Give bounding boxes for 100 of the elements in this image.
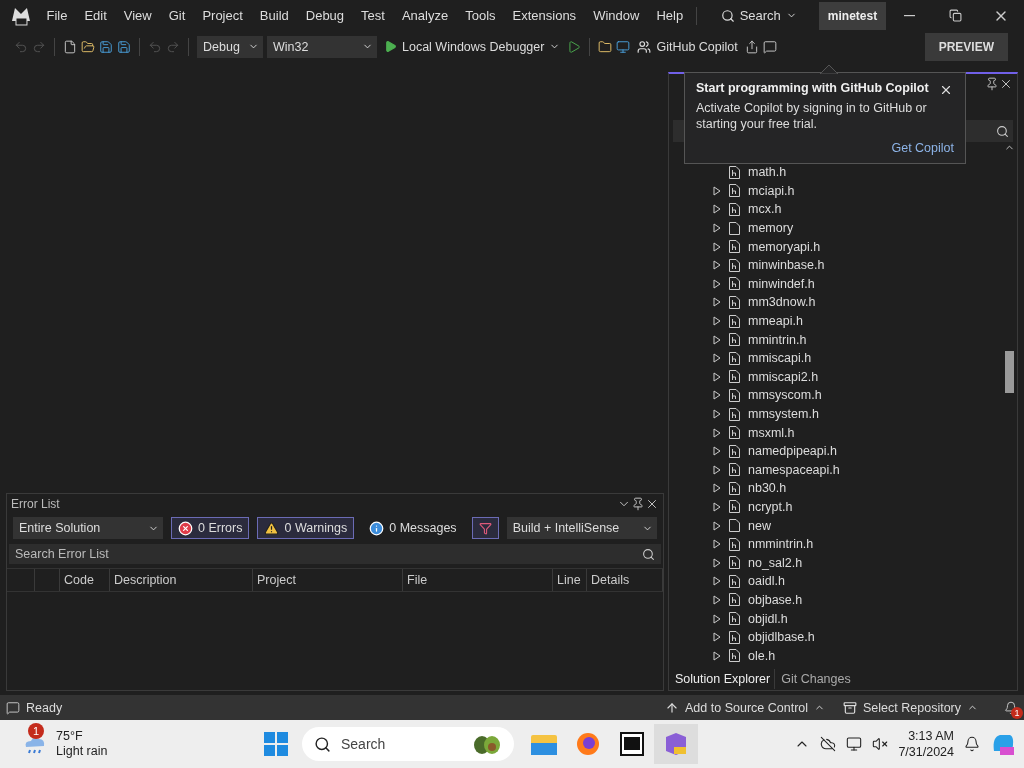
tree-item[interactable]: nb30.h <box>669 479 1001 498</box>
play-icon[interactable] <box>567 39 582 54</box>
tree-item[interactable]: new <box>669 516 1001 535</box>
search-field[interactable]: Search Error List <box>9 544 661 564</box>
close-icon[interactable] <box>645 497 659 511</box>
expand-icon[interactable] <box>713 409 721 419</box>
clock[interactable]: 3:13 AM 7/31/2024 <box>898 728 954 760</box>
tree-item[interactable]: namedpipeapi.h <box>669 441 1001 461</box>
expand-icon[interactable] <box>713 223 721 234</box>
expand-icon[interactable] <box>713 539 721 550</box>
expand-icon[interactable] <box>713 502 721 512</box>
notification-icon[interactable] <box>1004 700 1018 715</box>
close-icon[interactable] <box>999 77 1013 91</box>
expand-icon[interactable] <box>713 576 721 587</box>
tree-item[interactable]: minwinbase.h <box>669 255 1001 275</box>
tree-item[interactable]: msxml.h <box>669 423 1001 442</box>
tree-item[interactable]: namespaceapi.h <box>669 460 1001 480</box>
expand-icon[interactable] <box>713 297 721 308</box>
volume-muted-icon[interactable] <box>872 736 889 752</box>
folder-icon[interactable] <box>598 39 613 54</box>
expand-icon[interactable] <box>713 483 721 494</box>
save-all-icon[interactable] <box>117 39 131 54</box>
tree-item[interactable]: mcx.h <box>669 200 1001 219</box>
menu-item[interactable]: Build <box>251 8 298 23</box>
expand-icon[interactable] <box>713 278 721 289</box>
search-button[interactable]: Search <box>714 8 803 23</box>
expand-icon[interactable] <box>713 650 721 661</box>
menu-item[interactable]: File <box>37 8 76 23</box>
tree-item[interactable]: ole.h <box>669 646 1001 666</box>
tree-item[interactable]: mmiscapi.h <box>669 348 1001 368</box>
panel-tab[interactable]: Git Changes <box>777 669 855 689</box>
configuration-dropdown[interactable]: Debug <box>197 35 263 58</box>
tree-item[interactable]: objidl.h <box>669 609 1001 628</box>
filter-button[interactable] <box>471 517 499 539</box>
tree-item[interactable]: nmmintrin.h <box>669 534 1001 554</box>
taskbar-search-field[interactable]: Search <box>302 727 514 761</box>
column-header[interactable]: Line <box>553 569 587 591</box>
tree-item[interactable]: math.h <box>669 163 1001 182</box>
expand-icon[interactable] <box>713 334 721 345</box>
tree-item[interactable]: mmeapi.h <box>669 311 1001 331</box>
filter-toggle[interactable]: 0 Errors <box>171 517 250 539</box>
copilot-button[interactable]: GitHub Copilot <box>634 39 741 54</box>
network-icon[interactable] <box>846 736 863 752</box>
expand-icon[interactable] <box>713 520 721 531</box>
menu-item[interactable]: Help <box>647 8 692 23</box>
menu-item[interactable]: Test <box>352 8 394 23</box>
filter-toggle[interactable]: 0 Messages <box>362 517 464 539</box>
repository-button[interactable]: Select Repository <box>837 699 984 716</box>
expand-icon[interactable] <box>713 464 721 475</box>
tree-item[interactable]: objbase.h <box>669 590 1001 610</box>
scope-dropdown[interactable]: Entire Solution <box>13 517 163 539</box>
expand-icon[interactable] <box>713 390 721 401</box>
debugger-button[interactable]: Local Windows Debugger <box>381 39 564 54</box>
share-icon[interactable] <box>744 39 759 54</box>
tree-item[interactable]: no_sal2.h <box>669 553 1001 573</box>
new-item-icon[interactable] <box>63 39 77 54</box>
expand-icon[interactable] <box>713 371 721 382</box>
menu-item[interactable]: Analyze <box>393 8 457 23</box>
window-icon[interactable] <box>616 39 631 54</box>
menu-item[interactable]: Git <box>160 8 194 23</box>
tree-item[interactable]: oaidl.h <box>669 572 1001 591</box>
tree-item[interactable]: mmintrin.h <box>669 330 1001 349</box>
preview-button[interactable]: PREVIEW <box>924 32 1008 61</box>
filter-toggle[interactable]: 0 Warnings <box>257 517 355 539</box>
scrollbar-thumb[interactable] <box>1004 351 1014 393</box>
expand-icon[interactable] <box>713 185 721 196</box>
expand-icon[interactable] <box>713 594 721 605</box>
expand-icon[interactable] <box>713 260 721 271</box>
save-icon[interactable] <box>99 39 113 54</box>
close-button[interactable] <box>939 83 953 97</box>
expand-icon[interactable] <box>713 353 721 364</box>
tree-item[interactable]: memory <box>669 218 1001 238</box>
menu-item[interactable]: View <box>115 8 161 23</box>
menu-item[interactable]: Extensions <box>504 8 585 23</box>
tree-item[interactable]: minwindef.h <box>669 274 1001 294</box>
menu-item[interactable]: Tools <box>456 8 505 23</box>
expand-icon[interactable] <box>713 316 721 327</box>
start-icon[interactable] <box>264 732 288 756</box>
tree-item[interactable]: memoryapi.h <box>669 237 1001 256</box>
pin-icon[interactable] <box>985 77 999 91</box>
tree-item[interactable]: mciapi.h <box>669 181 1001 201</box>
menu-item[interactable]: Project <box>193 8 252 23</box>
menu-item[interactable]: Debug <box>297 8 353 23</box>
cloud-off-icon[interactable] <box>820 736 837 752</box>
get-copilot-link[interactable]: Get Copilot <box>891 141 954 155</box>
expand-icon[interactable] <box>713 427 721 438</box>
expand-icon[interactable] <box>713 613 721 624</box>
expand-icon[interactable] <box>713 241 721 252</box>
tree-item[interactable]: mmsyscom.h <box>669 386 1001 405</box>
tree-item[interactable]: objidlbase.h <box>669 627 1001 647</box>
open-folder-icon[interactable] <box>81 39 95 54</box>
column-header[interactable]: Code <box>60 569 110 591</box>
platform-dropdown[interactable]: Win32 <box>267 35 377 58</box>
source-control-button[interactable]: Add to Source Control <box>659 699 832 716</box>
build-filter-dropdown[interactable]: Build + IntelliSense <box>506 517 657 539</box>
expand-icon[interactable] <box>713 446 721 457</box>
feedback-icon[interactable] <box>762 39 777 54</box>
expand-icon[interactable] <box>713 632 721 643</box>
tree-item[interactable]: ncrypt.h <box>669 497 1001 517</box>
column-header[interactable]: File <box>403 569 553 591</box>
